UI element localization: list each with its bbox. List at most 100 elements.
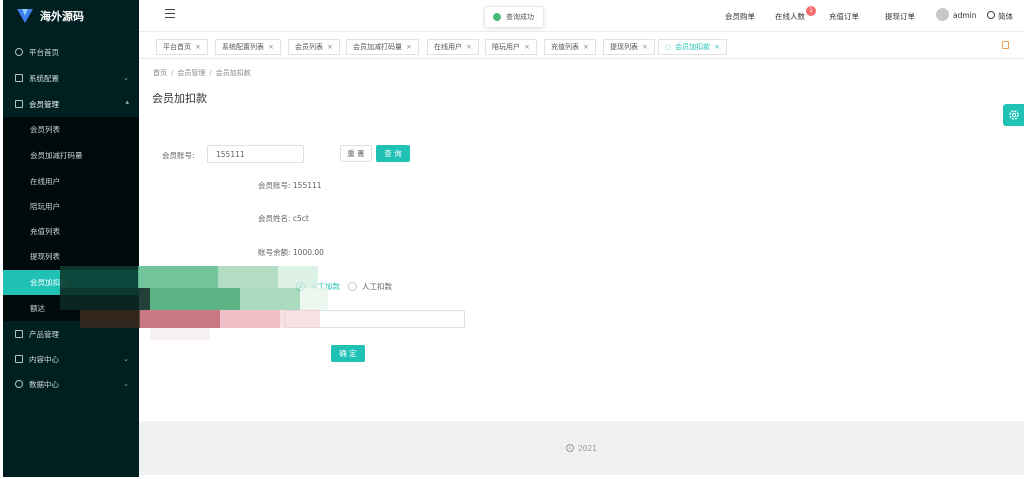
logo-v-icon — [17, 9, 33, 23]
subitem-label: 充值列表 — [30, 227, 60, 236]
tab-label: 平台首页 — [163, 43, 191, 51]
close-icon[interactable]: × — [327, 43, 333, 51]
sidebar-subitem-recharge-list[interactable]: 充值列表 — [3, 219, 139, 244]
copyright-icon: c — [565, 444, 574, 452]
sidebar-item-label: 平台首页 — [29, 47, 59, 57]
check-circle-icon — [493, 13, 501, 21]
toast-text: 查询成功 — [506, 13, 534, 21]
nav-member-orders[interactable]: 会员购单 — [725, 11, 755, 22]
sidebar-item-label: 内容中心 — [29, 354, 59, 364]
chevron-down-icon: ⌄ — [123, 380, 129, 388]
close-icon[interactable]: × — [195, 43, 201, 51]
tab-member-list[interactable]: 会员列表 × — [288, 39, 340, 55]
privacy-mosaic — [60, 266, 328, 340]
tab-withdraw-list[interactable]: 提现列表 × — [603, 39, 655, 55]
radio-label: 人工扣款 — [362, 282, 392, 291]
sidebar-subitem-member-list[interactable]: 会员列表 — [3, 117, 139, 142]
chevron-down-icon: ⌄ — [123, 74, 129, 82]
tab-online-users[interactable]: 在线用户 × — [427, 39, 479, 55]
sidebar-item-content-center[interactable]: 内容中心 ⌄ — [3, 347, 139, 371]
tab-label: 会员加扣款 — [675, 43, 711, 51]
lock-icon[interactable] — [1002, 41, 1009, 49]
logo-text: 海外源码 — [40, 10, 84, 23]
sidebar: 海外源码 平台首页 系统配置 ⌄ 会员管理 ▴ 会员列表 会员加减打码量 在线用… — [3, 0, 139, 477]
sidebar-item-home[interactable]: 平台首页 — [3, 40, 139, 64]
logo[interactable]: 海外源码 — [3, 0, 139, 32]
radio-manual-deduct[interactable]: 人工扣款 — [348, 281, 392, 292]
subitem-label: 额达 — [30, 304, 45, 313]
sidebar-item-system-config[interactable]: 系统配置 ⌄ — [3, 66, 139, 90]
tab-label: 系统配置列表 — [222, 43, 264, 51]
account-input[interactable]: 155111 — [207, 145, 304, 163]
success-toast: 查询成功 — [484, 6, 544, 28]
subitem-label: 会员加减打码量 — [30, 151, 83, 160]
user-name[interactable]: admin — [953, 11, 977, 20]
breadcrumb-member-mgmt[interactable]: 会员管理 — [177, 69, 205, 77]
gear-icon — [1008, 110, 1019, 120]
subitem-label: 陪玩用户 — [30, 202, 60, 211]
page-title: 会员加扣款 — [152, 92, 207, 105]
top-header: 会员购单 在线人数 1 充值订单 提现订单 admin 简体 — [139, 0, 1024, 32]
sidebar-item-label: 数据中心 — [29, 379, 59, 389]
sidebar-item-label: 产品管理 — [29, 329, 59, 339]
subitem-label: 提现列表 — [30, 252, 60, 261]
tab-system-config[interactable]: 系统配置列表 × — [215, 39, 281, 55]
sidebar-item-label: 系统配置 — [29, 73, 59, 83]
edit-icon — [15, 74, 23, 82]
sidebar-subitem-bet-amount[interactable]: 会员加减打码量 — [3, 143, 139, 168]
check-circle-icon — [15, 380, 23, 388]
chevron-up-icon: ▴ — [125, 98, 129, 106]
globe-icon[interactable] — [987, 11, 995, 19]
close-icon[interactable]: × — [642, 43, 648, 51]
grid-icon — [15, 100, 23, 108]
reset-button[interactable]: 重 置 — [340, 145, 372, 162]
close-icon[interactable]: × — [466, 43, 472, 51]
subitem-label: 在线用户 — [30, 177, 60, 186]
tab-label: 陪玩用户 — [492, 43, 520, 51]
avatar[interactable] — [936, 8, 949, 21]
sidebar-item-data-center[interactable]: 数据中心 ⌄ — [3, 372, 139, 396]
close-icon[interactable]: × — [714, 43, 720, 51]
nav-recharge-orders[interactable]: 充值订单 — [829, 11, 859, 22]
refresh-icon[interactable]: ◌ — [665, 43, 671, 51]
sidebar-item-label: 会员管理 — [29, 99, 59, 109]
close-icon[interactable]: × — [583, 43, 589, 51]
tab-label: 会员列表 — [295, 43, 323, 51]
language-switch[interactable]: 简体 — [998, 11, 1013, 22]
footer: c 2021 — [139, 421, 1024, 475]
close-icon[interactable]: × — [524, 43, 530, 51]
tab-companion-users[interactable]: 陪玩用户 × — [485, 39, 537, 55]
confirm-button[interactable]: 确 定 — [331, 345, 365, 362]
account-label: 会员账号: — [162, 151, 195, 160]
online-count-badge: 1 — [806, 6, 816, 16]
tab-label: 在线用户 — [434, 43, 462, 51]
radio-dot — [348, 282, 357, 291]
chevron-down-icon: ⌄ — [123, 355, 129, 363]
sidebar-subitem-online-users[interactable]: 在线用户 — [3, 169, 139, 194]
info-balance: 账号余额: 1000.00 — [258, 248, 324, 257]
tab-member-adjust[interactable]: ◌ 会员加扣款 × — [658, 39, 727, 55]
nav-withdraw-orders[interactable]: 提现订单 — [885, 11, 915, 22]
close-icon[interactable]: × — [268, 43, 274, 51]
tab-home[interactable]: 平台首页 × — [156, 39, 208, 55]
tab-label: 会员加减打码量 — [353, 43, 402, 51]
apps-icon — [15, 330, 23, 338]
close-icon[interactable]: × — [406, 43, 412, 51]
sidebar-item-member-mgmt[interactable]: 会员管理 ▴ — [3, 92, 139, 116]
tab-label: 提现列表 — [610, 43, 638, 51]
menu-toggle-icon[interactable] — [165, 9, 175, 18]
footer-year: 2021 — [577, 443, 598, 453]
sidebar-subitem-companion-users[interactable]: 陪玩用户 — [3, 194, 139, 219]
subitem-label: 会员列表 — [30, 125, 60, 134]
breadcrumb-home[interactable]: 首页 — [153, 69, 167, 77]
query-button[interactable]: 查 询 — [376, 145, 410, 162]
breadcrumb-current: 会员加扣款 — [215, 69, 251, 77]
doc-icon — [15, 355, 23, 363]
breadcrumb: 首页 / 会员管理 / 会员加扣款 — [153, 69, 251, 77]
info-name: 会员姓名: c5ct — [258, 214, 309, 223]
settings-drawer-button[interactable] — [1003, 104, 1024, 126]
nav-online-count[interactable]: 在线人数 — [775, 11, 805, 22]
clock-icon — [15, 48, 23, 56]
tab-recharge-list[interactable]: 充值列表 × — [544, 39, 596, 55]
tab-bet-amount[interactable]: 会员加减打码量 × — [346, 39, 419, 55]
